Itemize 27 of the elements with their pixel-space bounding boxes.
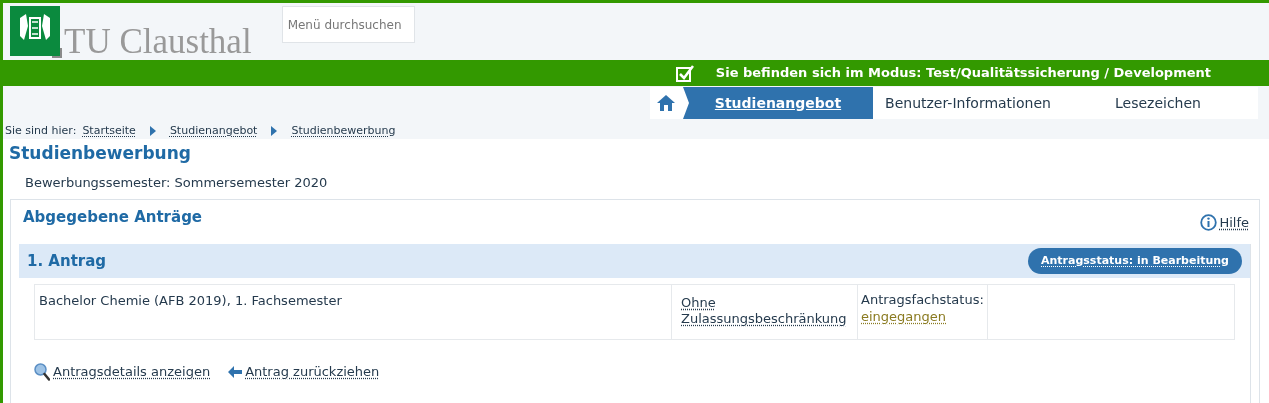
logo-icon [10, 6, 62, 58]
restriction-link[interactable]: Ohne Zulassungsbeschränkung [681, 295, 848, 327]
chevron-icon [149, 126, 156, 136]
help-link[interactable]: Hilfe [1200, 212, 1249, 232]
home-icon[interactable] [656, 94, 676, 112]
breadcrumb-link[interactable]: Studienangebot [169, 122, 258, 140]
subject-status-label: Antragsfachstatus: [861, 291, 984, 308]
magnifier-icon [34, 362, 50, 381]
action-link[interactable]: Antrag zurückziehen [228, 362, 380, 382]
action-link[interactable]: Antragsdetails anzeigen [34, 362, 211, 382]
status-badge[interactable]: Antragsstatus: in Bearbeitung [1028, 248, 1242, 274]
mode-text: Sie befinden sich im Modus: Test/Qualitätssicherung / Development [715, 64, 1211, 83]
breadcrumb-link[interactable]: Startseite [82, 122, 136, 140]
breadcrumb-label: Sie sind hier: [5, 122, 77, 139]
chevron-icon [271, 126, 278, 136]
subject-cell-text: Bachelor Chemie (AFB 2019), 1. Fachsemester [38, 292, 343, 310]
info-icon [1200, 213, 1218, 231]
logo-text: TU Clausthal [64, 24, 252, 59]
arrow-left-icon [228, 365, 243, 378]
semester-text: Bewerbungssemester: Sommersemester 2020 [25, 174, 329, 192]
nav-tab[interactable]: Studienangebot [683, 87, 873, 119]
subject-status-link[interactable]: eingegangen [861, 309, 947, 324]
section-title: Abgegebene Anträge [23, 206, 203, 228]
breadcrumb-link[interactable]: Studienbewerbung [291, 122, 396, 140]
page-title: Studienbewerbung [9, 142, 192, 165]
search-field[interactable]: Menü durchsuchen [281, 6, 415, 43]
application-title: 1. Antrag [27, 250, 107, 272]
